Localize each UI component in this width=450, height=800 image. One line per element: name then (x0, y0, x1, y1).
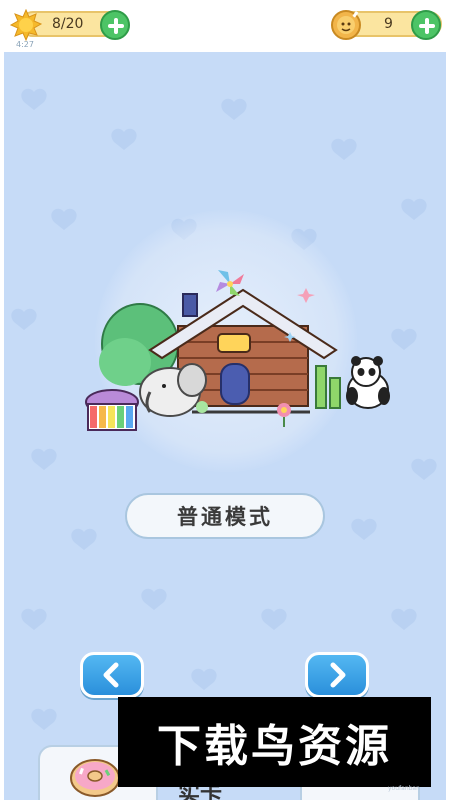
game-screen: 8/20 4:27 9 普通模式 实卡 下载鸟资源 youfanban (0, 0, 450, 800)
normal-mode-button[interactable]: 普通模式 (125, 493, 325, 539)
chevron-right-icon (330, 662, 346, 688)
bamboo-icon (315, 365, 341, 409)
coin-value: 9 (384, 16, 393, 32)
chevron-left-icon (103, 662, 119, 688)
donut-icon (70, 759, 120, 797)
panda-icon (346, 356, 390, 409)
status-bar: 8/20 4:27 9 (0, 0, 450, 52)
add-energy-button[interactable] (100, 10, 130, 40)
coin-icon (331, 10, 361, 40)
cupcake-icon (85, 389, 139, 431)
energy-value: 8/20 (52, 16, 84, 32)
sun-energy-icon (10, 9, 42, 41)
house-scene-illustration (85, 270, 390, 431)
energy-timer: 4:27 (16, 40, 34, 49)
watermark-banner: 下载鸟资源 (118, 697, 431, 787)
next-button[interactable] (305, 652, 369, 698)
credit-text: youfanban (388, 785, 420, 792)
previous-button[interactable] (80, 652, 144, 698)
add-coins-button[interactable] (411, 10, 441, 40)
